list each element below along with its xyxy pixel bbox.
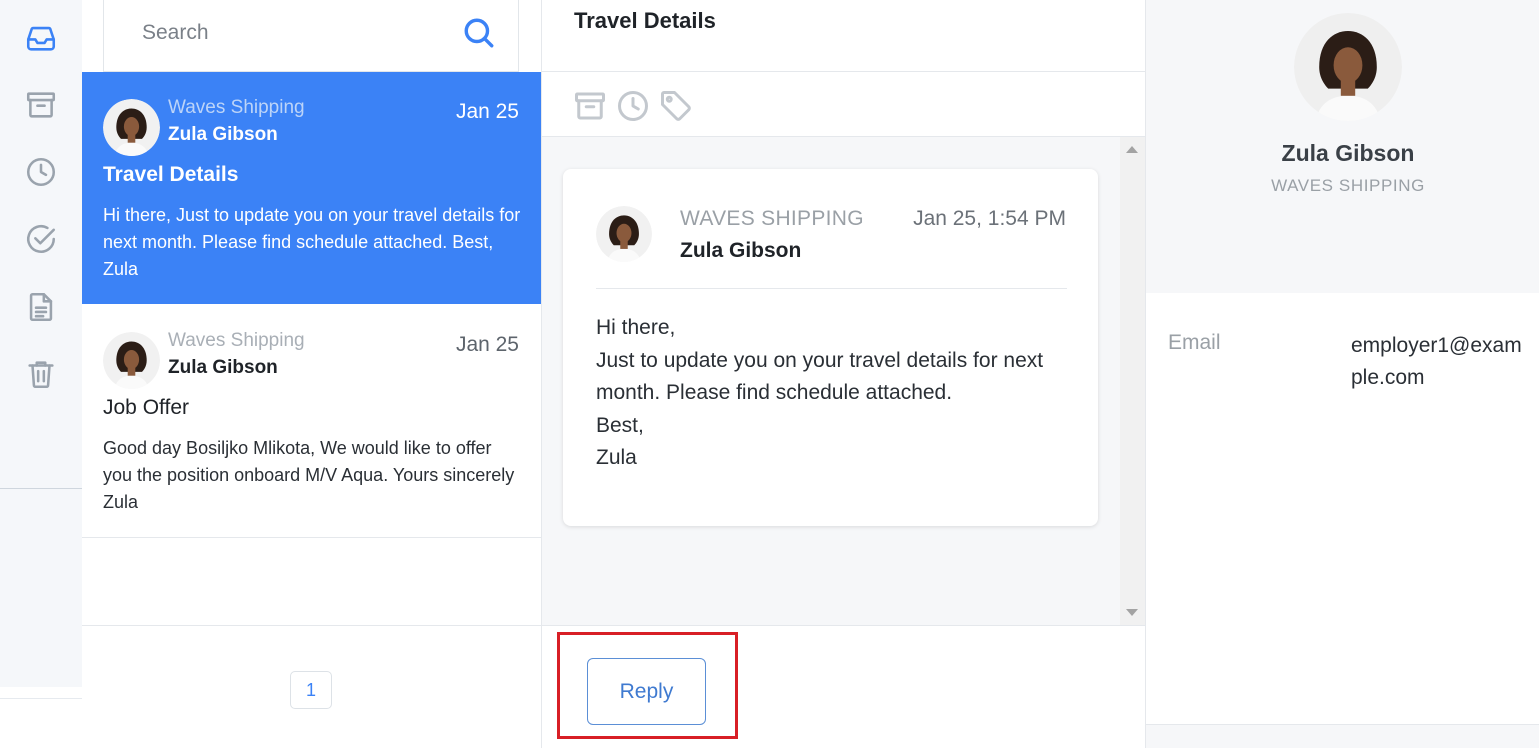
message-sender: Zula Gibson xyxy=(168,357,278,378)
avatar xyxy=(103,332,160,389)
scroll-down-arrow-icon[interactable] xyxy=(1126,609,1138,616)
message-company: Waves Shipping xyxy=(168,330,305,351)
avatar xyxy=(596,206,652,262)
icon-rail xyxy=(0,0,82,687)
message-date: Jan 25 xyxy=(455,100,519,123)
detail-footer-divider xyxy=(542,625,1145,626)
message-date: Jan 25 xyxy=(455,333,519,356)
message-subject: Travel Details xyxy=(103,163,239,186)
thread-scrollbar[interactable] xyxy=(1120,137,1145,625)
contact-name: Zula Gibson xyxy=(1281,140,1415,166)
message-body-line: Hi there, xyxy=(596,316,676,339)
archive-icon[interactable] xyxy=(572,88,610,126)
message-body-line: Best, xyxy=(596,413,644,437)
message-card: WAVES SHIPPING Zula Gibson Jan 25, 1:54 … xyxy=(563,169,1098,526)
card-company: WAVES SHIPPING xyxy=(680,207,864,230)
message-body-line: Just to update you on your travel detail… xyxy=(596,348,1044,405)
contact-pane: Zula Gibson WAVES SHIPPING Email employe… xyxy=(1145,0,1539,748)
message-company: Waves Shipping xyxy=(168,97,305,118)
message-subject: Job Offer xyxy=(103,396,189,419)
card-datetime: Jan 25, 1:54 PM xyxy=(913,207,1066,230)
message-body: Hi there, Just to update you on your tra… xyxy=(596,312,1076,475)
list-footer-divider xyxy=(82,625,541,626)
detail-title: Travel Details xyxy=(574,8,716,33)
message-preview: Hi there, Just to update you on your tra… xyxy=(103,205,521,279)
reply-button[interactable]: Reply xyxy=(587,658,706,725)
archive-icon[interactable] xyxy=(22,86,60,124)
search-box xyxy=(103,0,519,72)
clock-icon[interactable] xyxy=(22,153,60,191)
document-icon[interactable] xyxy=(22,288,60,326)
message-list-item[interactable]: Waves Shipping Zula Gibson Jan 25 Travel… xyxy=(82,72,541,304)
list-divider xyxy=(82,537,541,538)
pagination-page-button[interactable]: 1 xyxy=(290,671,332,709)
search-input[interactable] xyxy=(104,0,444,66)
avatar xyxy=(103,99,160,156)
contact-footer xyxy=(1146,725,1539,748)
rail-bottom-divider xyxy=(0,698,82,699)
message-thread: WAVES SHIPPING Zula Gibson Jan 25, 1:54 … xyxy=(542,137,1120,625)
contact-company: WAVES SHIPPING xyxy=(1271,176,1425,195)
contact-header: Zula Gibson WAVES SHIPPING xyxy=(1146,0,1539,293)
avatar xyxy=(1294,13,1402,121)
message-body-line: Zula xyxy=(596,446,637,469)
detail-header-divider xyxy=(542,71,1145,72)
message-preview: Good day Bosiljko Mlikota, We would like… xyxy=(103,438,515,512)
clock-icon[interactable] xyxy=(615,88,653,126)
search-icon[interactable] xyxy=(462,16,496,50)
check-circle-icon[interactable] xyxy=(22,220,60,258)
email-value: employer1@example.com xyxy=(1351,334,1522,389)
trash-icon[interactable] xyxy=(22,355,60,393)
tag-icon[interactable] xyxy=(658,88,696,126)
message-list-item[interactable]: Waves Shipping Zula Gibson Jan 25 Job Of… xyxy=(82,304,541,537)
inbox-icon[interactable] xyxy=(22,19,60,57)
message-sender: Zula Gibson xyxy=(168,124,278,145)
message-detail-pane: Travel Details WAVES SHIPPING Zula Gibso… xyxy=(542,0,1145,748)
email-label: Email xyxy=(1168,331,1221,354)
rail-divider xyxy=(0,488,82,489)
scroll-up-arrow-icon[interactable] xyxy=(1126,146,1138,153)
card-sender: Zula Gibson xyxy=(680,239,802,262)
message-list-pane: Waves Shipping Zula Gibson Jan 25 Travel… xyxy=(82,0,542,748)
card-divider xyxy=(596,288,1067,289)
